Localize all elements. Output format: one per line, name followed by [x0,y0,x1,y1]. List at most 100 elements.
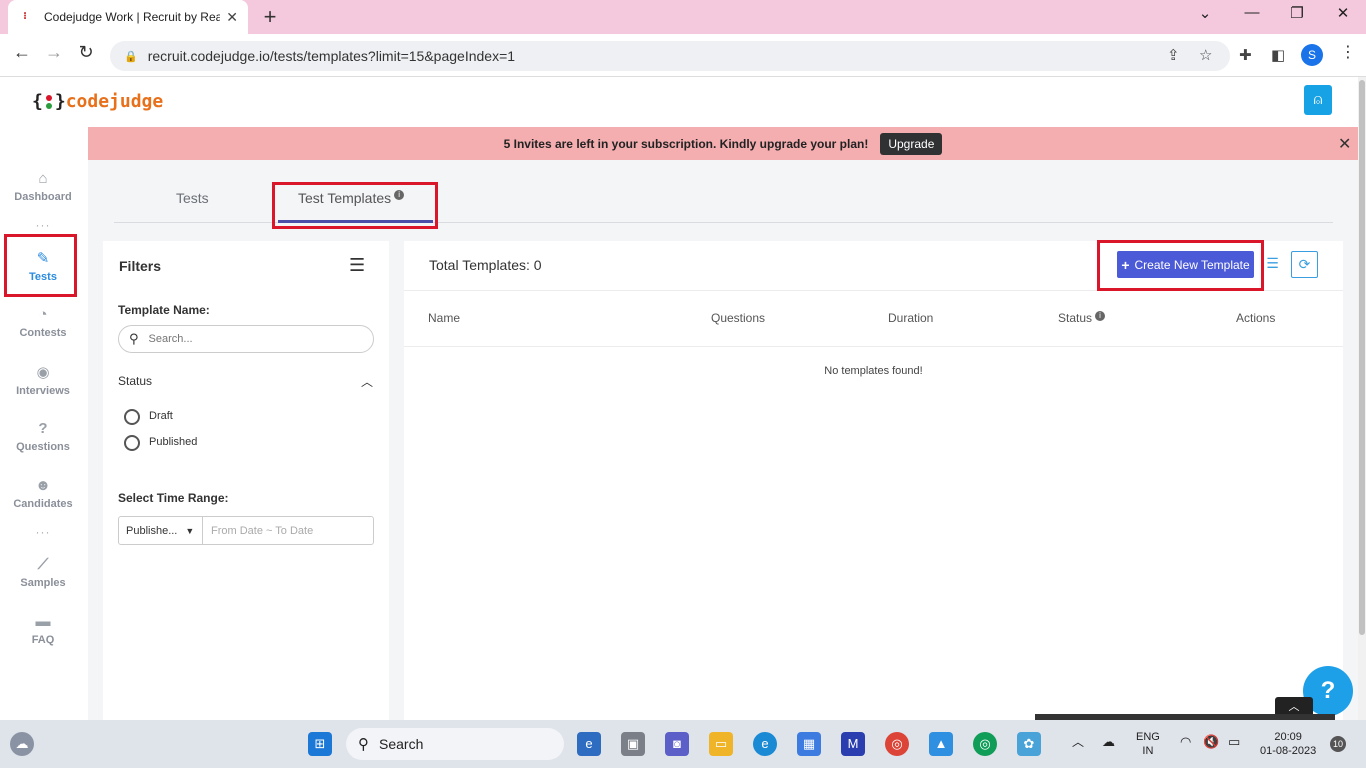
template-name-label: Template Name: [118,303,210,317]
edge-icon[interactable]: e [753,732,777,756]
template-search-field[interactable]: ⚲ [118,325,374,353]
profile-avatar[interactable]: S [1301,44,1323,66]
task-view-icon[interactable]: ▣ [621,732,645,756]
users-icon: ☻ [35,477,51,494]
browser-menu-icon[interactable]: ⋮ [1340,42,1356,62]
tab-search-icon[interactable]: ⌄ [1193,4,1217,22]
chat-icon[interactable]: ◙ [665,732,689,756]
bookmark-star-icon[interactable]: ☆ [1199,46,1212,64]
close-tab-icon[interactable]: ✕ [226,9,238,26]
template-search-input[interactable] [148,333,349,345]
filters-panel: Filters ☰ Template Name: ⚲ Status ︿ Draf… [103,241,389,720]
battery-icon[interactable]: ▭ [1228,735,1240,749]
back-icon[interactable]: ← [10,42,34,63]
sidebar-item-interviews[interactable]: ◉ Interviews [0,363,86,397]
refresh-icon[interactable]: ⟳ [1291,251,1318,278]
notification-badge[interactable]: 10 [1330,736,1346,752]
wifi-icon[interactable]: ◠ [1180,735,1191,749]
minimize-icon[interactable]: — [1240,4,1264,21]
column-header-status: Status i [1058,311,1106,325]
chrome-profile-icon[interactable]: ◎ [973,732,997,756]
windows-taskbar: ☁ ⊞ ⚲ Search e ▣ ◙ ▭ e ▦ M ◎ ▲ ◎ ✿ ︿ ☁ E… [0,720,1366,768]
sidebar-item-candidates[interactable]: ☻ Candidates [0,477,86,510]
share-icon[interactable]: ⇪ [1167,46,1180,64]
sidebar-item-contests[interactable]: ◔ Contests [0,306,86,339]
comments-icon: ▬ [35,613,51,630]
column-header-questions: Questions [711,311,766,325]
new-tab-icon[interactable]: + [258,4,282,30]
tray-chevron-icon[interactable]: ︿ [1072,735,1084,749]
volume-muted-icon[interactable]: 🔇 [1203,735,1219,749]
address-bar[interactable]: 🔒 recruit.codejudge.io/tests/templates?l… [110,41,1230,71]
highlight-box-templates-tab [272,182,438,229]
windows-start-icon[interactable]: ⊞ [308,732,332,756]
sidebar-divider: ··· [35,218,51,232]
highlight-box-tests [4,234,77,297]
browser-tab-strip: ⁝ Codejudge Work | Recruit by Rea ✕ + ⌄ … [0,0,1366,34]
weather-icon[interactable]: ☁ [10,732,34,756]
photos-icon[interactable]: ▲ [929,732,953,756]
total-templates: Total Templates: 0 [429,257,542,273]
reload-icon[interactable]: ↻ [74,42,98,63]
tab-tests[interactable]: Tests [176,190,209,206]
sidebar-item-samples[interactable]: ⟋ Samples [0,556,86,589]
podcast-icon: ◉ [36,364,50,381]
radio-draft[interactable] [124,409,140,425]
status-info-icon[interactable]: i [1095,311,1106,321]
sidebar-item-questions[interactable]: ? Questions [0,420,86,453]
edge-beta-icon[interactable]: e [577,732,601,756]
templates-panel: Total Templates: 0 + Create New Template… [404,241,1343,720]
sidebar-divider: ··· [35,525,51,539]
store-icon[interactable]: ▦ [797,732,821,756]
app-icon[interactable]: M [841,732,865,756]
forward-icon[interactable]: → [42,42,66,63]
side-panel-icon[interactable]: ◧ [1271,46,1285,64]
maximize-icon[interactable]: ❐ [1285,4,1309,22]
logo-dots-icon [45,94,52,110]
question-circle-icon: ? [38,420,48,437]
codejudge-logo[interactable]: { } codejudge [32,91,163,112]
empty-state-message: No templates found! [824,365,923,377]
favicon-icon: ⁝ [23,11,27,22]
close-banner-icon[interactable]: ✕ [1338,134,1351,154]
sidebar-item-faq[interactable]: ▬ FAQ [0,613,86,646]
hamburger-menu-icon[interactable]: ☰ [349,255,365,276]
search-icon: ⚲ [129,331,139,346]
browser-tab[interactable]: ⁝ Codejudge Work | Recruit by Rea ✕ [8,0,248,34]
file-explorer-icon[interactable]: ▭ [709,732,733,756]
column-header-name: Name [428,311,461,325]
language-indicator[interactable]: ENG IN [1136,730,1160,758]
chrome-icon[interactable]: ◎ [885,732,909,756]
column-header-actions: Actions [1236,311,1276,325]
radio-published[interactable] [124,435,140,451]
filters-title: Filters [119,258,162,274]
page-scrollbar-thumb[interactable] [1359,80,1365,635]
date-range-input[interactable]: From Date ~ To Date [202,516,374,545]
app-icon-2[interactable]: ✿ [1017,732,1041,756]
upgrade-button[interactable]: Upgrade [880,132,943,155]
onedrive-icon[interactable]: ☁ [1102,735,1115,749]
pie-chart-icon: ◔ [38,306,48,323]
search-icon: ⚲ [358,736,369,753]
clock[interactable]: 20:09 01-08-2023 [1260,730,1316,758]
close-window-icon[interactable]: ✕ [1331,4,1355,22]
taskbar-search[interactable]: ⚲ Search [346,728,564,760]
status-label: Status [118,374,153,388]
app-header: { } codejudge ⍝ [0,77,1358,127]
browser-toolbar: ← → ↻ 🔒 recruit.codejudge.io/tests/templ… [0,34,1366,77]
browser-tab-title: Codejudge Work | Recruit by Rea [44,10,221,24]
extensions-icon[interactable]: ✚ [1239,46,1252,64]
column-header-duration: Duration [888,311,934,325]
time-range-type-select[interactable]: Publishe... ▼ [118,516,203,545]
caret-down-icon: ▼ [185,525,195,536]
user-account-icon[interactable]: ⍝ [1304,85,1332,115]
url-text: recruit.codejudge.io/tests/templates?lim… [147,48,516,64]
sidebar-item-dashboard[interactable]: ⌂ Dashboard [0,170,86,203]
chevron-up-icon[interactable]: ︿ [361,373,373,390]
table-header-divider [404,346,1343,347]
home-icon: ⌂ [38,170,48,187]
lock-icon: 🔒 [124,50,138,63]
banner-message: 5 Invites are left in your subscription.… [503,136,869,151]
subscription-banner: 5 Invites are left in your subscription.… [88,127,1358,160]
highlight-box-create-button [1097,240,1264,291]
